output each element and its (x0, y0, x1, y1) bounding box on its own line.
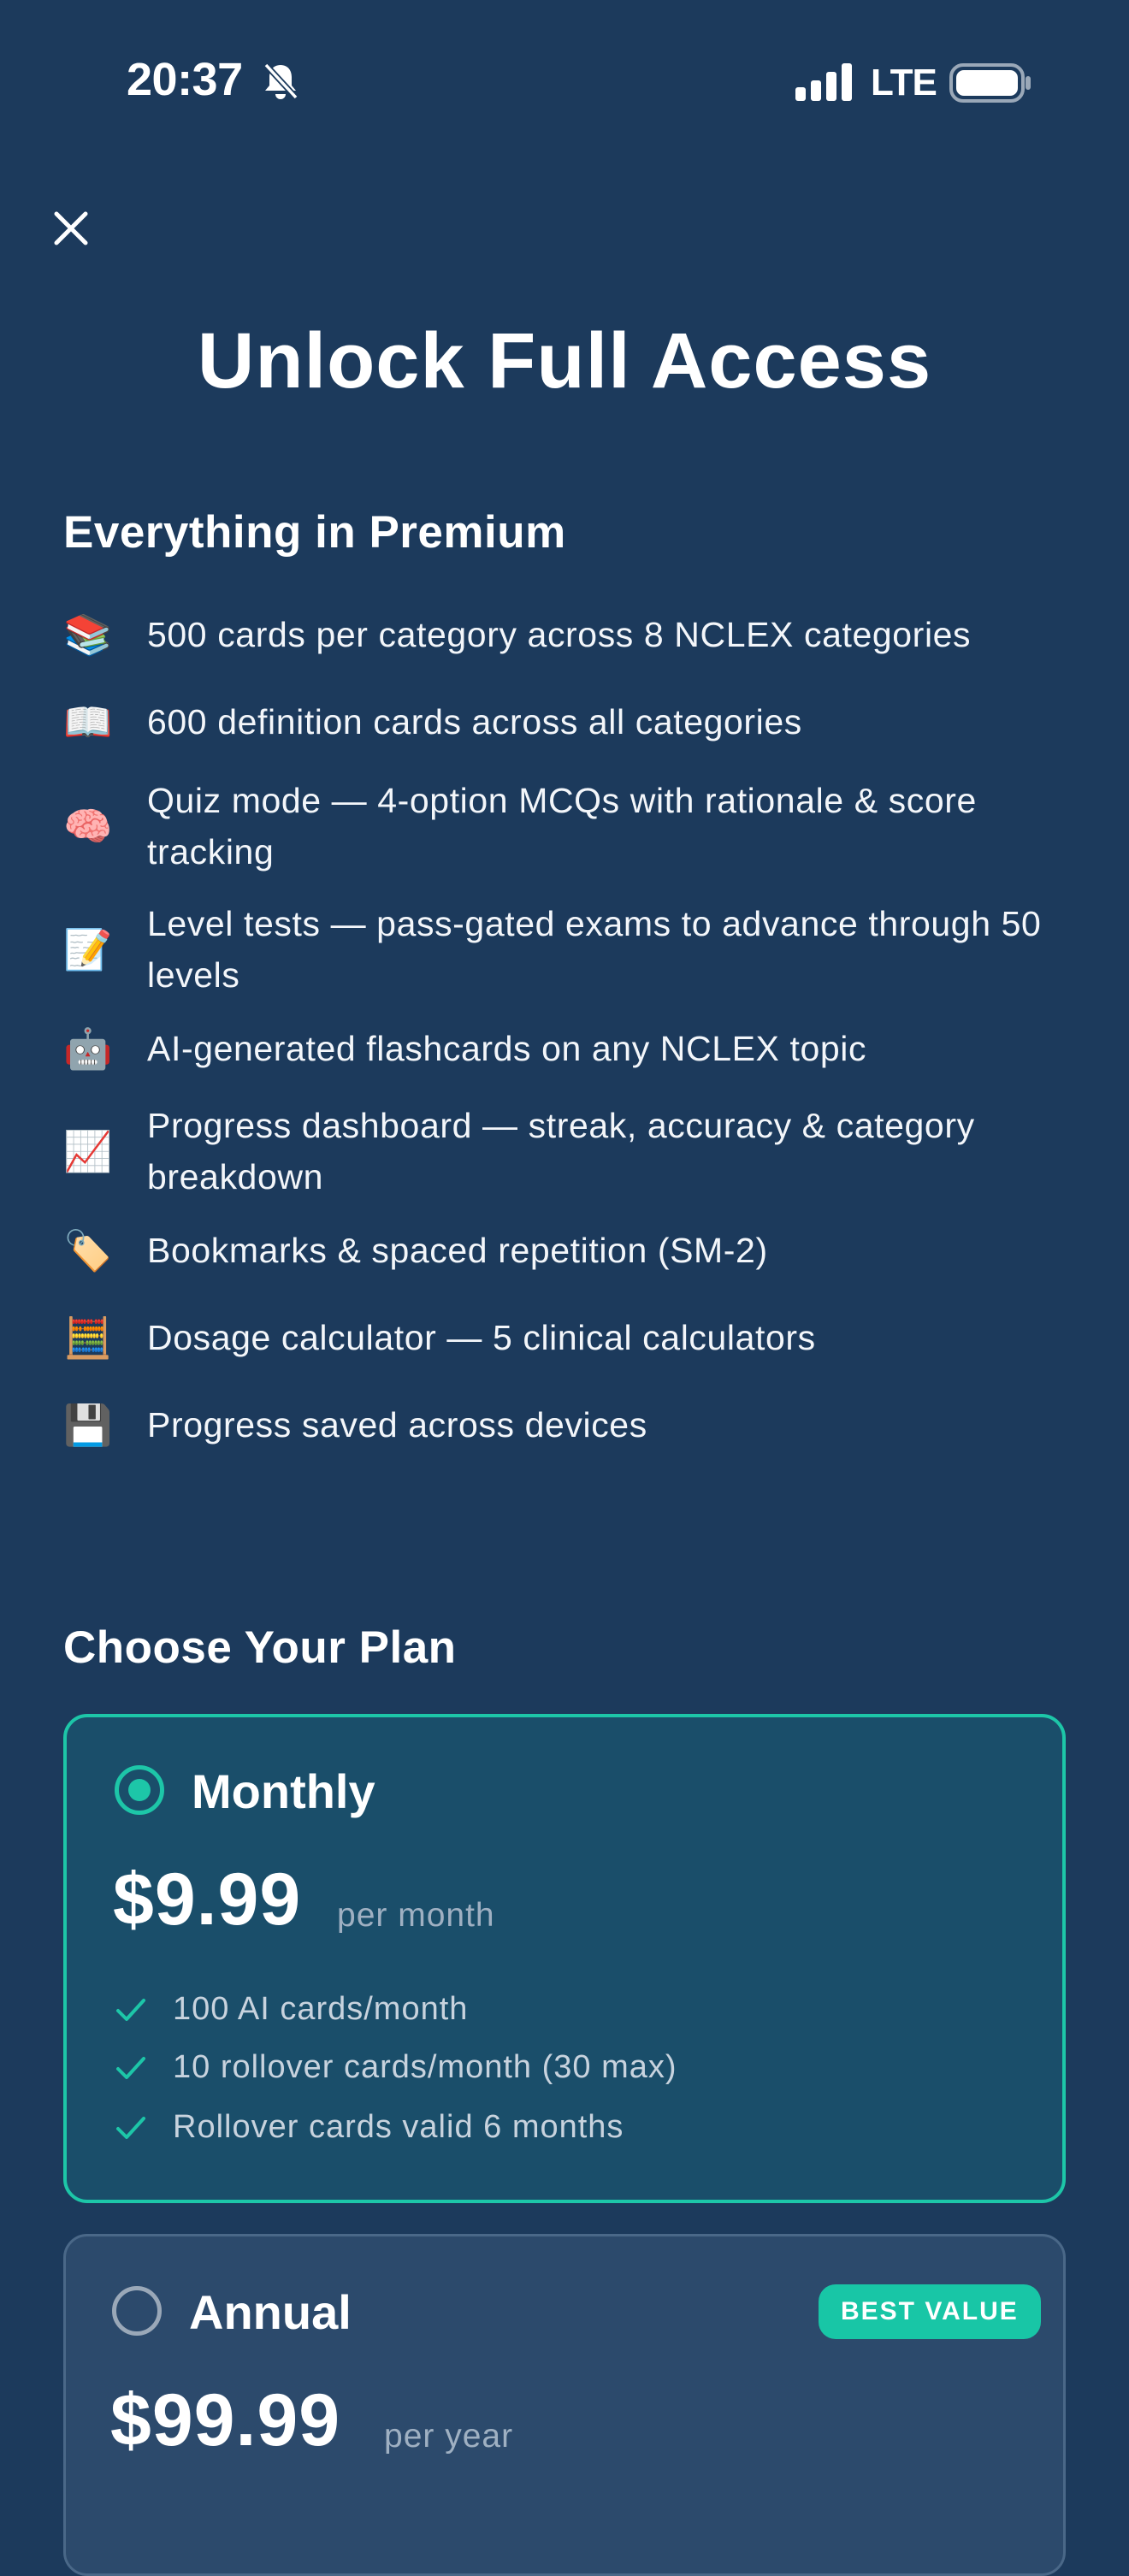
feature-text: Bookmarks & spaced repetition (SM-2) (147, 1231, 768, 1270)
plan-price: $9.99 (113, 1858, 302, 1941)
signal-icon (795, 63, 852, 101)
plan-price: $99.99 (110, 2379, 341, 2461)
status-bar: 20:37 LTE (0, 0, 1129, 162)
chart-up-icon: 📈 (63, 1128, 113, 1174)
close-button[interactable] (50, 207, 92, 250)
list-item: 🧮 Dosage calculator — 5 clinical calcula… (63, 1312, 1073, 1363)
plan-perk: 100 AI cards/month (115, 1991, 468, 2028)
battery-icon (949, 63, 1031, 103)
feature-text: 600 definition cards across all categori… (147, 702, 802, 741)
list-item: 🧠 Quiz mode — 4-option MCQs with rationa… (63, 775, 1073, 877)
list-item: 💾 Progress saved across devices (63, 1399, 1073, 1450)
feature-text: 500 cards per category across 8 NCLEX ca… (147, 615, 972, 654)
memo-icon: 📝 (63, 926, 113, 972)
feature-text: Quiz mode — 4-option MCQs with rationale… (147, 781, 977, 871)
list-item: 📖 600 definition cards across all catego… (63, 696, 1073, 747)
check-icon (116, 2116, 145, 2139)
open-book-icon: 📖 (63, 699, 113, 745)
check-icon (116, 1998, 145, 2021)
plan-name: Monthly (192, 1764, 375, 1818)
list-item: 🏷️ Bookmarks & spaced repetition (SM-2) (63, 1225, 1073, 1276)
radio-annual[interactable] (112, 2286, 162, 2336)
status-time: 20:37 (127, 54, 243, 105)
feature-text: AI-generated flashcards on any NCLEX top… (147, 1029, 867, 1068)
plan-perk: 10 rollover cards/month (30 max) (115, 2049, 677, 2086)
page-title: Unlock Full Access (197, 317, 932, 405)
list-item: 📚 500 cards per category across 8 NCLEX … (63, 609, 1073, 660)
plan-period: per month (337, 1897, 495, 1934)
tag-icon: 🏷️ (63, 1227, 113, 1273)
list-item: 📈 Progress dashboard — streak, accuracy … (63, 1100, 1073, 1202)
premium-heading: Everything in Premium (63, 507, 566, 558)
list-item: 📝 Level tests — pass-gated exams to adva… (63, 898, 1073, 1001)
feature-text: Level tests — pass-gated exams to advanc… (147, 904, 1042, 995)
check-icon (116, 2056, 145, 2079)
plan-perk: Rollover cards valid 6 months (115, 2109, 624, 2146)
books-icon: 📚 (63, 612, 113, 658)
abacus-icon: 🧮 (63, 1315, 113, 1361)
feature-text: Dosage calculator — 5 clinical calculato… (147, 1318, 816, 1357)
network-type: LTE (871, 62, 937, 103)
feature-list: 📚 500 cards per category across 8 NCLEX … (63, 609, 1073, 1450)
list-item: 🤖 AI-generated flashcards on any NCLEX t… (63, 1023, 1073, 1074)
brain-icon: 🧠 (63, 803, 113, 849)
plan-name: Annual (189, 2285, 352, 2339)
feature-text: Progress dashboard — streak, accuracy & … (147, 1106, 975, 1196)
feature-text: Progress saved across devices (147, 1405, 647, 1445)
robot-icon: 🤖 (63, 1025, 113, 1072)
plan-card-monthly[interactable]: Monthly $9.99 per month 100 AI cards/mon… (63, 1714, 1066, 2203)
plans-heading: Choose Your Plan (63, 1622, 457, 1673)
bell-muted-icon (263, 62, 299, 100)
best-value-badge: BEST VALUE (819, 2284, 1041, 2339)
radio-monthly[interactable] (115, 1765, 164, 1815)
plan-card-annual[interactable]: Annual BEST VALUE $99.99 per year (63, 2234, 1066, 2576)
plan-period: per year (384, 2418, 514, 2455)
floppy-disk-icon: 💾 (63, 1402, 113, 1448)
